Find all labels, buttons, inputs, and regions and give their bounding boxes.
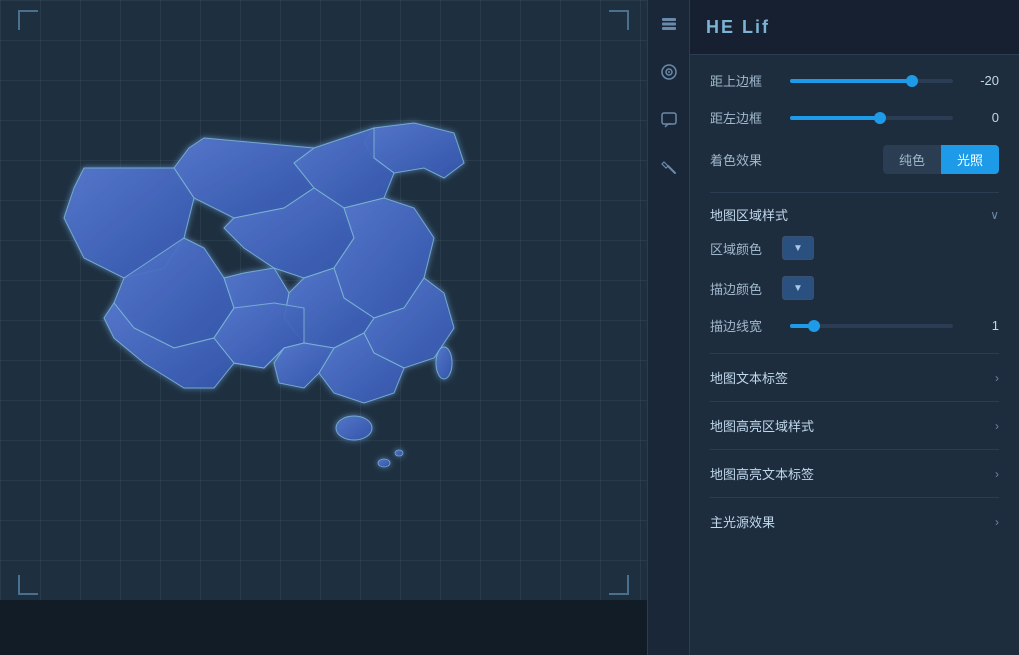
left-margin-slider[interactable]	[790, 116, 953, 120]
map-area-style-title: 地图区域样式	[710, 205, 788, 224]
stroke-width-label: 描边线宽	[710, 316, 780, 335]
corner-bracket-br	[609, 575, 629, 595]
text-label-section: 地图文本标签 ›	[710, 353, 999, 401]
pure-color-btn[interactable]: 纯色	[883, 145, 941, 174]
panel-content: 距上边框 -20 距左边框 0 着色效果 纯色 光照 地	[690, 55, 1019, 561]
stroke-color-btn[interactable]: ▼	[782, 276, 814, 300]
right-panel: HE Lif 距上边框 -20 距左边框 0 着色效果 纯色 光照	[689, 0, 1019, 655]
highlight-area-title: 地图高亮区域样式	[710, 416, 814, 435]
highlight-text-arrow-icon: ›	[995, 467, 999, 481]
stroke-width-value: 1	[963, 318, 999, 333]
left-margin-value: 0	[963, 110, 999, 125]
light-source-title: 主光源效果	[710, 512, 775, 531]
corner-bracket-tr	[609, 10, 629, 30]
light-source-section: 主光源效果 ›	[710, 497, 999, 545]
map-container	[20, 50, 627, 595]
top-margin-label: 距上边框	[710, 71, 780, 90]
left-margin-fill	[790, 116, 880, 120]
sidebar-icon-panel	[647, 0, 689, 655]
color-effect-toggle: 纯色 光照	[883, 145, 999, 174]
stroke-color-row: 描边颜色 ▼	[710, 276, 999, 300]
layers-icon[interactable]	[655, 10, 683, 38]
tools-icon[interactable]	[655, 154, 683, 182]
stroke-width-slider[interactable]	[790, 324, 953, 328]
panel-title: HE Lif	[706, 17, 770, 38]
highlight-text-header[interactable]: 地图高亮文本标签 ›	[710, 450, 999, 497]
highlight-area-arrow-icon: ›	[995, 419, 999, 433]
stroke-width-thumb[interactable]	[808, 320, 820, 332]
stroke-color-label: 描边颜色	[710, 279, 770, 298]
top-margin-slider[interactable]	[790, 79, 953, 83]
highlight-area-section: 地图高亮区域样式 ›	[710, 401, 999, 449]
chat-icon[interactable]	[655, 106, 683, 134]
text-label-arrow-icon: ›	[995, 371, 999, 385]
region-color-btn[interactable]: ▼	[782, 236, 814, 260]
panel-header: HE Lif	[690, 0, 1019, 55]
corner-bracket-tl	[18, 10, 38, 30]
highlight-area-header[interactable]: 地图高亮区域样式 ›	[710, 402, 999, 449]
color-effect-row: 着色效果 纯色 光照	[710, 145, 999, 174]
top-margin-fill	[790, 79, 912, 83]
light-source-arrow-icon: ›	[995, 515, 999, 529]
highlight-text-section: 地图高亮文本标签 ›	[710, 449, 999, 497]
light-source-header[interactable]: 主光源效果 ›	[710, 498, 999, 545]
stroke-width-row: 描边线宽 1	[710, 316, 999, 335]
map-area-style-arrow: ∨	[990, 208, 999, 222]
stroke-color-arrow-icon: ▼	[793, 283, 803, 294]
region-color-row: 区域颜色 ▼	[710, 236, 999, 260]
region-color-arrow-icon: ▼	[793, 243, 803, 254]
target-icon[interactable]	[655, 58, 683, 86]
light-btn[interactable]: 光照	[941, 145, 999, 174]
canvas-bottom-bar	[0, 600, 647, 655]
color-effect-label: 着色效果	[710, 150, 873, 169]
canvas-area	[0, 0, 647, 655]
left-margin-row: 距左边框 0	[710, 108, 999, 127]
region-color-label: 区域颜色	[710, 239, 770, 258]
left-margin-label: 距左边框	[710, 108, 780, 127]
map-area-style-section[interactable]: 地图区域样式 ∨	[710, 192, 999, 236]
top-margin-row: 距上边框 -20	[710, 71, 999, 90]
china-map	[34, 108, 614, 538]
top-margin-value: -20	[963, 73, 999, 88]
text-label-header[interactable]: 地图文本标签 ›	[710, 354, 999, 401]
left-margin-thumb[interactable]	[874, 112, 886, 124]
top-margin-thumb[interactable]	[906, 75, 918, 87]
corner-bracket-bl	[18, 575, 38, 595]
highlight-text-title: 地图高亮文本标签	[710, 464, 814, 483]
text-label-title: 地图文本标签	[710, 368, 788, 387]
